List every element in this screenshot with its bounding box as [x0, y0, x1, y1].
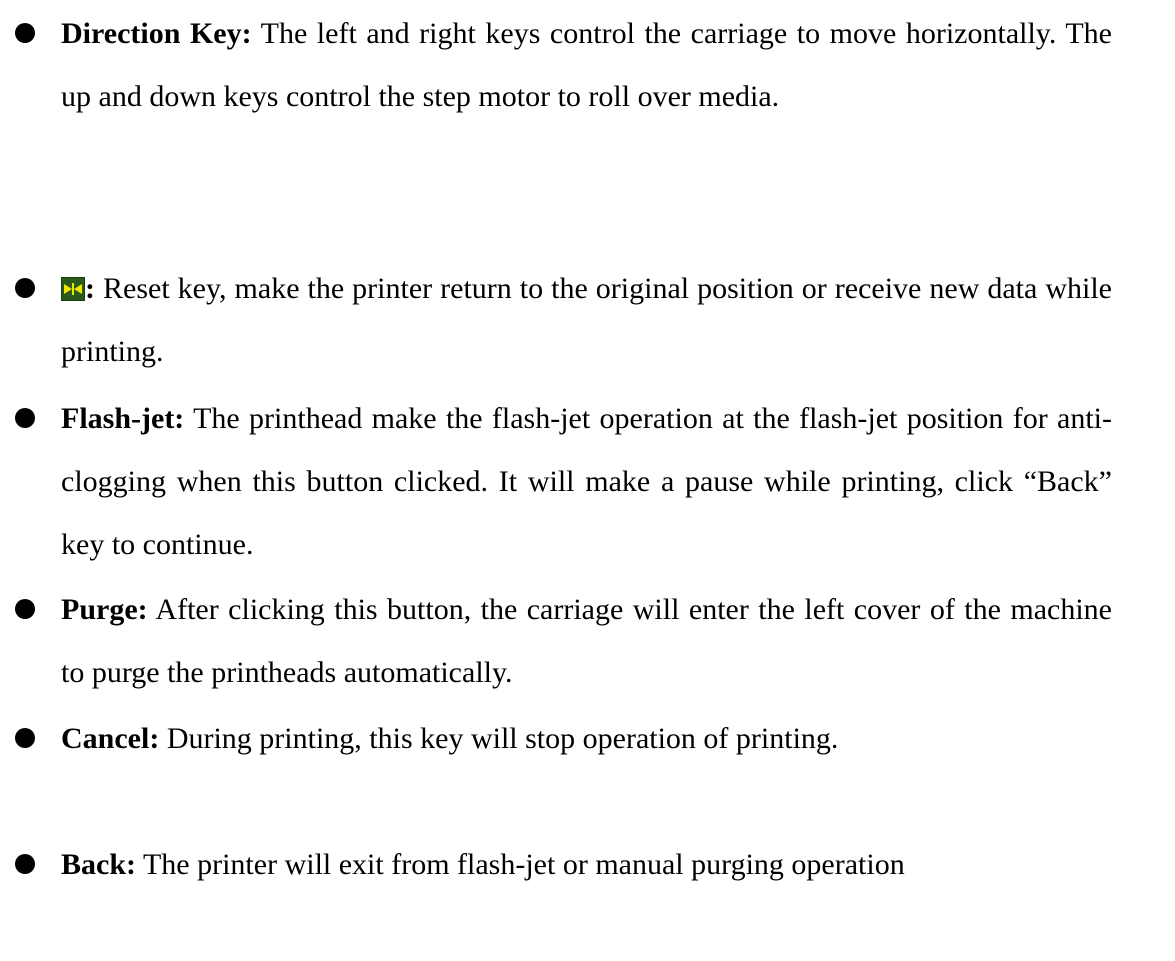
list-item-purge: Purge: After clicking this button, the c… [0, 578, 1112, 704]
list-item-flash-jet: Flash-jet: The printhead make the flash-… [0, 387, 1112, 576]
bullet-icon [15, 854, 35, 874]
document-page: Direction Key: The left and right keys c… [0, 0, 1175, 961]
item-description: After clicking this button, the carriage… [61, 593, 1112, 689]
item-term: Back: [61, 848, 136, 881]
list-item-back: Back: The printer will exit from flash-j… [0, 833, 1112, 896]
item-description: The printer will exit from flash-jet or … [136, 848, 905, 881]
item-description: Reset key, make the printer return to th… [61, 272, 1112, 368]
list-item-reset-key: : Reset key, make the printer return to … [0, 257, 1112, 383]
reset-icon [61, 277, 85, 301]
bullet-icon [15, 599, 35, 619]
item-description: The printhead make the flash-jet operati… [61, 402, 1112, 561]
list-item-cancel: Cancel: During printing, this key will s… [0, 707, 1112, 770]
item-term: Flash-jet: [61, 402, 185, 435]
bullet-icon [15, 728, 35, 748]
item-term: Cancel: [61, 722, 160, 755]
bullet-icon [15, 278, 35, 298]
item-term: Purge: [61, 593, 148, 626]
item-term: Direction Key: [61, 17, 252, 50]
item-term: : [85, 272, 95, 305]
bullet-icon [15, 23, 35, 43]
bullet-icon [15, 408, 35, 428]
list-item-direction-key: Direction Key: The left and right keys c… [0, 2, 1112, 128]
item-description: During printing, this key will stop oper… [159, 722, 839, 755]
